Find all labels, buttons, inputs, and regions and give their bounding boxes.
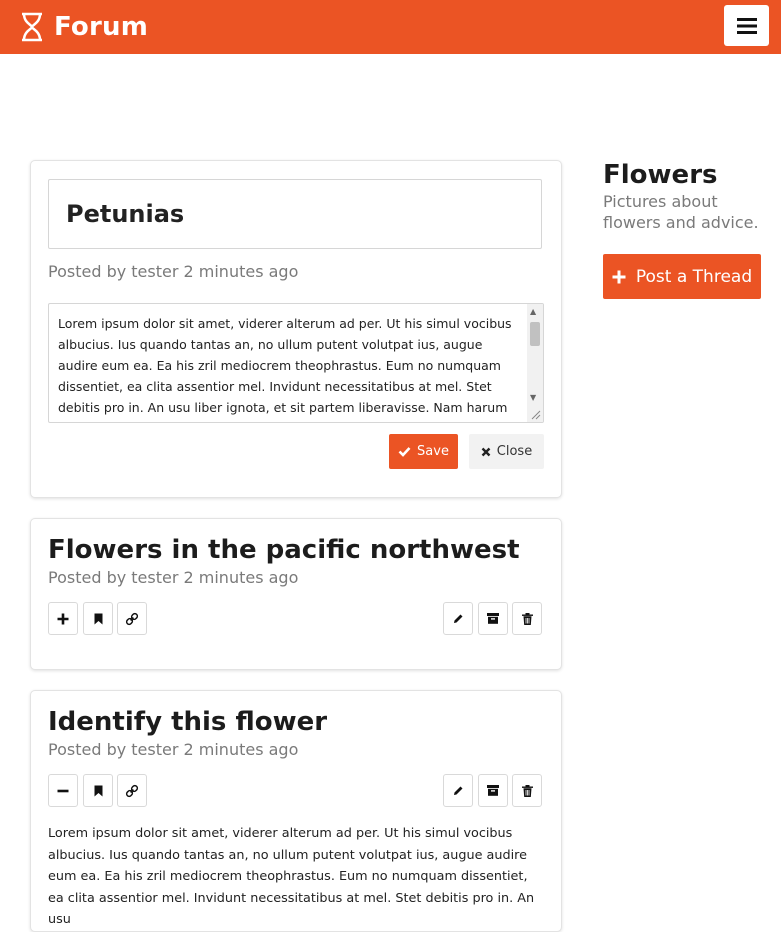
save-button[interactable]: Save: [389, 434, 458, 469]
collapse-button[interactable]: [48, 774, 78, 807]
plus-icon: [57, 613, 69, 624]
thread-body: Lorem ipsum dolor sit amet, viderer alte…: [48, 826, 535, 927]
category-title: Flowers: [603, 160, 718, 190]
thread-title[interactable]: Identify this flower: [48, 707, 327, 737]
trash-icon: [521, 612, 533, 625]
pencil-icon: [454, 786, 463, 795]
scroll-thumb[interactable]: [530, 322, 540, 346]
bookmark-button[interactable]: [83, 774, 113, 807]
link-icon: [125, 612, 139, 625]
close-icon: [481, 447, 491, 456]
archive-icon: [487, 613, 499, 624]
post-body-textarea[interactable]: Lorem ipsum dolor sit amet, viderer alte…: [48, 303, 544, 423]
post-thread-label: Post a Thread: [635, 266, 753, 287]
delete-button[interactable]: [512, 774, 542, 807]
post-thread-button[interactable]: Post a Thread: [603, 254, 761, 299]
close-button[interactable]: Close: [469, 434, 544, 469]
edit-button[interactable]: [443, 774, 473, 807]
save-label: Save: [417, 444, 449, 459]
menu-button[interactable]: [724, 5, 769, 46]
top-navbar: Forum: [0, 0, 781, 54]
resize-handle-icon[interactable]: [530, 409, 541, 420]
post-meta: Posted by tester 2 minutes ago: [48, 262, 299, 281]
hamburger-menu-icon: [736, 17, 757, 34]
thread-meta: Posted by tester 2 minutes ago: [48, 568, 299, 587]
thread-card: Identify this flower Posted by tester 2 …: [30, 690, 562, 932]
plus-icon: [612, 270, 626, 283]
thread-title[interactable]: Flowers in the pacific northwest: [48, 535, 520, 565]
post-title-input[interactable]: [48, 179, 542, 249]
close-label: Close: [496, 444, 533, 459]
pencil-icon: [454, 614, 463, 623]
post-body-text: Lorem ipsum dolor sit amet, viderer alte…: [58, 316, 512, 415]
bookmark-button[interactable]: [83, 602, 113, 635]
minus-icon: [57, 789, 69, 792]
bookmark-icon: [94, 613, 102, 624]
edit-post-card: Posted by tester 2 minutes ago Lorem ips…: [30, 160, 562, 498]
trash-icon: [521, 784, 533, 797]
hourglass-icon: [22, 12, 42, 42]
archive-icon: [487, 785, 499, 796]
brand[interactable]: Forum: [20, 10, 148, 44]
bookmark-icon: [94, 785, 102, 796]
brand-title: Forum: [54, 12, 148, 42]
link-button[interactable]: [117, 602, 147, 635]
link-button[interactable]: [117, 774, 147, 807]
archive-button[interactable]: [478, 774, 508, 807]
scroll-up-icon[interactable]: ▲: [530, 307, 536, 316]
scroll-down-icon[interactable]: ▼: [530, 393, 536, 402]
check-icon: [398, 447, 411, 457]
expand-button[interactable]: [48, 602, 78, 635]
archive-button[interactable]: [478, 602, 508, 635]
delete-button[interactable]: [512, 602, 542, 635]
link-icon: [125, 784, 139, 797]
thread-card: Flowers in the pacific northwest Posted …: [30, 518, 562, 670]
thread-meta: Posted by tester 2 minutes ago: [48, 740, 299, 759]
textarea-scrollbar[interactable]: ▲ ▼: [527, 304, 543, 422]
category-description: Pictures about flowers and advice.: [603, 192, 759, 232]
edit-button[interactable]: [443, 602, 473, 635]
